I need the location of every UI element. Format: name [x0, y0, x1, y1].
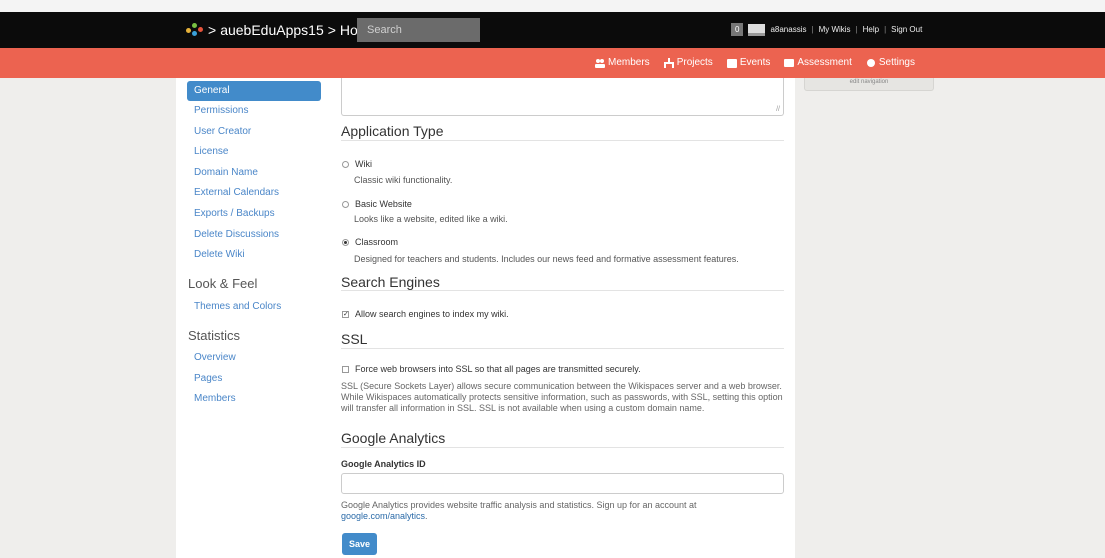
sidebar-item-external-calendars[interactable]: External Calendars	[187, 183, 321, 203]
radio-classroom-label: Classroom	[355, 237, 399, 247]
help-link[interactable]: Help	[863, 25, 879, 34]
nav-settings[interactable]: Settings	[866, 57, 915, 68]
sidebar-item-themes-colors[interactable]: Themes and Colors	[187, 297, 321, 317]
radio-wiki-input[interactable]	[342, 160, 349, 168]
ssl-description: SSL (Secure Sockets Layer) allows secure…	[341, 381, 783, 413]
calendar-icon	[726, 58, 737, 68]
ga-link[interactable]: google.com/analytics	[341, 511, 425, 521]
ga-id-input[interactable]	[341, 473, 784, 494]
nav-assessment-label: Assessment	[797, 57, 852, 68]
ssl-title: SSL	[341, 331, 368, 347]
sidebar-item-license[interactable]: License	[187, 142, 321, 162]
ga-id-label: Google Analytics ID	[341, 459, 426, 469]
radio-classroom-input[interactable]	[342, 238, 349, 246]
resize-grip-icon[interactable]: //	[776, 106, 780, 113]
sidebar-item-overview[interactable]: Overview	[187, 348, 321, 368]
sidebar-item-exports-backups[interactable]: Exports / Backups	[187, 204, 321, 224]
notifications-badge[interactable]: 0	[731, 23, 744, 36]
radio-classroom-desc: Designed for teachers and students. Incl…	[354, 254, 739, 264]
divider	[341, 447, 784, 448]
divider: |	[855, 25, 858, 34]
browser-strip	[0, 0, 1105, 12]
search-engines-checkbox[interactable]: ✓	[342, 310, 349, 318]
sidebar-item-members[interactable]: Members	[187, 389, 321, 409]
nav-events[interactable]: Events	[726, 57, 771, 68]
site-brand[interactable]: > auebEduApps15 > Home	[186, 22, 377, 38]
radio-wiki[interactable]: Wiki	[342, 159, 372, 169]
ga-link-suffix: .	[425, 511, 428, 521]
divider: |	[811, 25, 814, 34]
nav-assessment[interactable]: Assessment	[784, 57, 852, 68]
divider: |	[884, 25, 887, 34]
sidebar-item-domain-name[interactable]: Domain Name	[187, 163, 321, 183]
radio-basic-website-input[interactable]	[342, 200, 349, 208]
save-button[interactable]: Save	[342, 533, 377, 555]
sidebar-item-permissions[interactable]: Permissions	[187, 101, 321, 121]
ga-description-text: Google Analytics provides website traffi…	[341, 500, 697, 510]
sidebar-item-pages[interactable]: Pages	[187, 369, 321, 389]
nav-members[interactable]: Members	[595, 57, 650, 68]
nav-settings-label: Settings	[878, 57, 915, 68]
ssl-checkbox-row[interactable]: Force web browsers into SSL so that all …	[342, 364, 641, 374]
search-engines-title: Search Engines	[341, 274, 440, 290]
radio-classroom[interactable]: Classroom	[342, 237, 398, 247]
nav-events-label: Events	[739, 57, 771, 68]
ssl-checkbox[interactable]	[342, 365, 349, 373]
projects-icon	[663, 57, 674, 68]
radio-basic-website[interactable]: Basic Website	[342, 199, 412, 209]
divider	[341, 290, 784, 291]
radio-wiki-desc: Classic wiki functionality.	[354, 175, 453, 185]
search-engines-label: Allow search engines to index my wiki.	[355, 309, 509, 319]
breadcrumb-separator-2: >	[327, 22, 336, 38]
nav-members-label: Members	[608, 57, 650, 68]
sidebar-item-delete-discussions[interactable]: Delete Discussions	[187, 225, 321, 245]
wiki-nav-bar: Members Projects Events Assessment Setti…	[0, 48, 1105, 78]
radio-basic-website-label: Basic Website	[355, 199, 412, 209]
sign-out-link[interactable]: Sign Out	[891, 25, 922, 34]
assessment-icon	[784, 58, 795, 67]
statistics-heading: Statistics	[188, 328, 241, 343]
gear-icon	[866, 58, 875, 67]
nav-projects[interactable]: Projects	[663, 57, 713, 68]
ssl-label: Force web browsers into SSL so that all …	[355, 364, 641, 374]
divider	[341, 140, 784, 141]
search-engines-checkbox-row[interactable]: ✓ Allow search engines to index my wiki.	[342, 309, 509, 319]
username-link[interactable]: a8anassis	[770, 25, 806, 34]
user-zone: 0 a8anassis | My Wikis | Help | Sign Out	[731, 23, 922, 36]
my-wikis-link[interactable]: My Wikis	[819, 25, 851, 34]
members-icon	[595, 58, 605, 68]
search-input[interactable]	[357, 18, 480, 42]
sidebar-item-delete-wiki[interactable]: Delete Wiki	[187, 245, 321, 265]
sidebar-item-general[interactable]: General	[187, 81, 321, 101]
edit-navigation-tab[interactable]: edit navigation	[804, 78, 934, 91]
wiki-nav: Members Projects Events Assessment Setti…	[595, 57, 915, 68]
google-analytics-title: Google Analytics	[341, 430, 446, 446]
nav-projects-label: Projects	[676, 57, 713, 68]
top-bar: > auebEduApps15 > Home 0 a8anassis | My …	[0, 12, 1105, 48]
description-textarea[interactable]: //	[341, 78, 784, 116]
sidebar-item-user-creator[interactable]: User Creator	[187, 122, 321, 142]
avatar[interactable]	[748, 23, 766, 36]
ga-description: Google Analytics provides website traffi…	[341, 500, 786, 522]
wikispaces-logo-icon	[186, 23, 204, 37]
radio-wiki-label: Wiki	[355, 159, 372, 169]
site-name[interactable]: auebEduApps15	[220, 22, 324, 38]
breadcrumb-separator: >	[208, 22, 217, 38]
settings-page: General Permissions User Creator License…	[176, 78, 795, 558]
divider	[341, 348, 784, 349]
look-and-feel-heading: Look & Feel	[188, 276, 258, 291]
application-type-title: Application Type	[341, 123, 444, 139]
radio-basic-website-desc: Looks like a website, edited like a wiki…	[354, 214, 508, 224]
